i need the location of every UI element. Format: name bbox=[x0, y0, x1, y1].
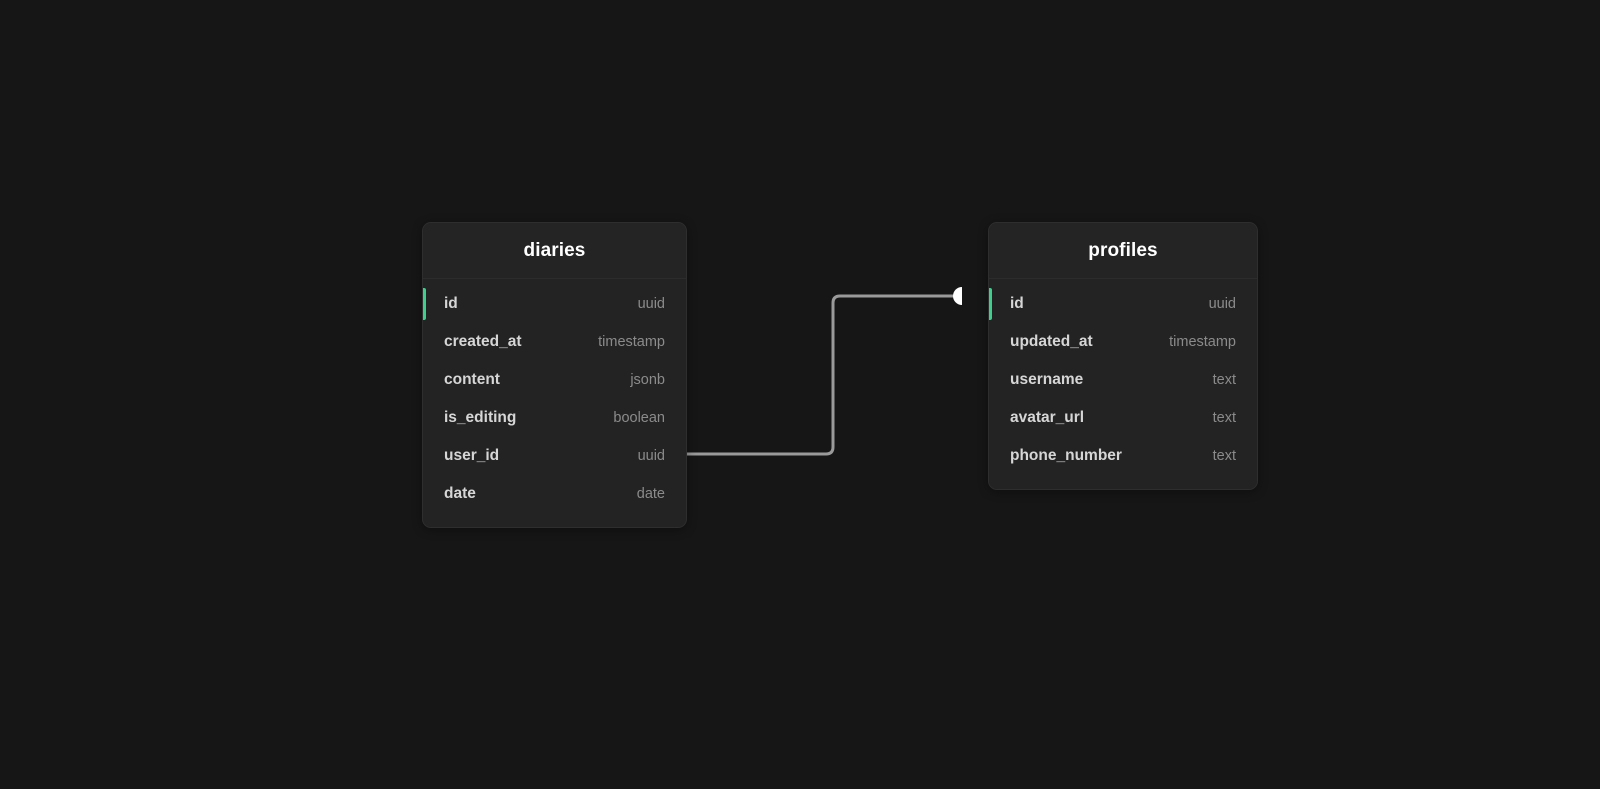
column-row-diaries-content[interactable]: content jsonb bbox=[423, 361, 686, 399]
column-type: text bbox=[1212, 448, 1236, 464]
relationship-endpoint-marker-icon bbox=[953, 287, 962, 305]
column-name: is_editing bbox=[444, 409, 517, 426]
column-row-diaries-created_at[interactable]: created_at timestamp bbox=[423, 323, 686, 361]
column-name: id bbox=[1010, 295, 1024, 312]
column-type: timestamp bbox=[598, 334, 665, 350]
column-type: boolean bbox=[613, 410, 665, 426]
column-row-profiles-username[interactable]: username text bbox=[989, 361, 1257, 399]
column-type: text bbox=[1212, 410, 1236, 426]
table-node-diaries[interactable]: diaries id uuid created_at timestamp con… bbox=[422, 222, 687, 528]
column-row-diaries-id[interactable]: id uuid bbox=[423, 285, 686, 323]
column-row-profiles-phone_number[interactable]: phone_number text bbox=[989, 437, 1257, 475]
column-name: user_id bbox=[444, 447, 500, 464]
column-type: date bbox=[636, 486, 665, 502]
relationship-edge-diaries-user_id-to-profiles-id bbox=[687, 294, 962, 456]
table-title-diaries: diaries bbox=[523, 239, 586, 261]
column-row-profiles-avatar_url[interactable]: avatar_url text bbox=[989, 399, 1257, 437]
column-name: date bbox=[444, 485, 476, 502]
column-name: content bbox=[444, 371, 500, 388]
primary-key-accent-icon bbox=[989, 288, 992, 320]
column-name: username bbox=[1010, 371, 1084, 388]
table-columns-profiles: id uuid updated_at timestamp username te… bbox=[989, 279, 1257, 489]
table-header-profiles[interactable]: profiles bbox=[989, 223, 1257, 279]
column-type: jsonb bbox=[630, 372, 665, 388]
column-type: uuid bbox=[637, 296, 665, 312]
column-type: timestamp bbox=[1169, 334, 1236, 350]
primary-key-accent-icon bbox=[423, 288, 426, 320]
column-row-diaries-is_editing[interactable]: is_editing boolean bbox=[423, 399, 686, 437]
column-type: text bbox=[1212, 372, 1236, 388]
column-name: phone_number bbox=[1010, 447, 1122, 464]
table-header-diaries[interactable]: diaries bbox=[423, 223, 686, 279]
table-title-profiles: profiles bbox=[1088, 239, 1158, 261]
column-type: uuid bbox=[1208, 296, 1236, 312]
table-columns-diaries: id uuid created_at timestamp content jso… bbox=[423, 279, 686, 527]
column-name: id bbox=[444, 295, 458, 312]
column-row-profiles-id[interactable]: id uuid bbox=[989, 285, 1257, 323]
column-row-diaries-user_id[interactable]: user_id uuid bbox=[423, 437, 686, 475]
column-name: created_at bbox=[444, 333, 522, 350]
column-row-profiles-updated_at[interactable]: updated_at timestamp bbox=[989, 323, 1257, 361]
column-type: uuid bbox=[637, 448, 665, 464]
column-row-diaries-date[interactable]: date date bbox=[423, 475, 686, 513]
schema-canvas[interactable]: diaries id uuid created_at timestamp con… bbox=[0, 0, 1600, 789]
table-node-profiles[interactable]: profiles id uuid updated_at timestamp us… bbox=[988, 222, 1258, 490]
column-name: avatar_url bbox=[1010, 409, 1085, 426]
column-name: updated_at bbox=[1010, 333, 1093, 350]
relationship-edge-layer bbox=[687, 287, 962, 456]
